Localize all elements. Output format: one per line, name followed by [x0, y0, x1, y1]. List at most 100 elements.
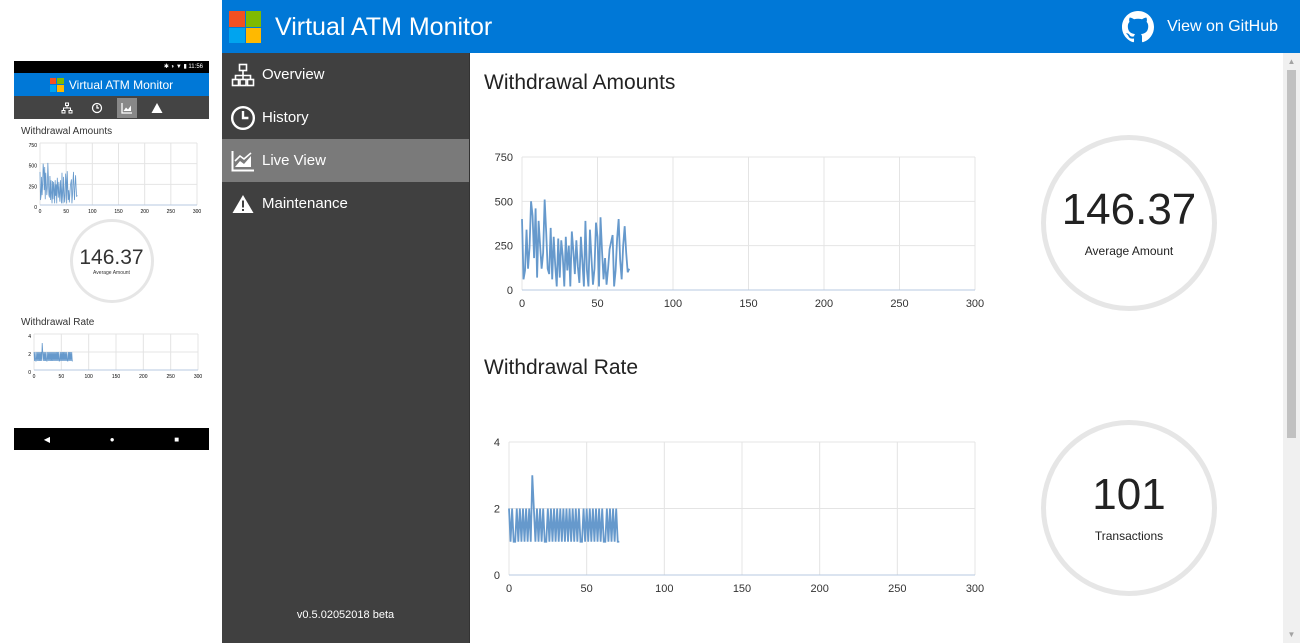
x-tick-label: 50 — [581, 583, 593, 595]
phone-amounts-title: Withdrawal Amounts — [21, 126, 113, 137]
y-tick-label: 2 — [28, 352, 31, 358]
phone-amounts-chart: 0 50 100 150 200 250 300 0 250 500 750 — [29, 142, 202, 215]
x-tick-label: 200 — [810, 583, 828, 595]
phone-header: Virtual ATM Monitor — [14, 73, 209, 96]
y-tick-label: 0 — [28, 370, 31, 376]
nav-history-label: History — [262, 109, 309, 126]
logo-icon — [229, 11, 261, 43]
github-label: View on GitHub — [1167, 18, 1278, 35]
github-link[interactable]: View on GitHub — [1122, 11, 1278, 43]
phone-sitemap-icon[interactable] — [57, 98, 77, 118]
logo-square — [49, 77, 57, 84]
scroll-up-icon[interactable]: ▲ — [1283, 53, 1300, 70]
y-tick-label: 0 — [494, 570, 500, 582]
phone-clock-icon[interactable] — [87, 98, 107, 118]
phone-nav — [14, 96, 209, 119]
x-tick-label: 200 — [815, 298, 833, 310]
github-icon — [1122, 11, 1155, 43]
phone-status-bar: ✱ ◑ ▼ ▮ 11:56 — [14, 61, 209, 73]
x-tick-label: 200 — [140, 209, 149, 215]
nav-overview-label: Overview — [262, 66, 325, 83]
average-amount-label: Average Amount — [1084, 244, 1174, 258]
phone-stat-label: Average Amount — [93, 270, 130, 276]
amounts-title: Withdrawal Amounts — [484, 71, 676, 94]
x-tick-label: 0 — [519, 298, 525, 310]
x-tick-label: 0 — [33, 374, 36, 378]
x-tick-label: 50 — [59, 374, 65, 378]
x-tick-label: 50 — [591, 298, 603, 310]
scroll-down-icon[interactable]: ▼ — [1283, 626, 1300, 643]
x-tick-label: 100 — [655, 583, 673, 595]
series-line — [39, 162, 78, 204]
clock-icon — [230, 105, 256, 131]
average-amount-stat: 146.37 Average Amount — [1041, 135, 1217, 311]
x-tick-label: 100 — [88, 209, 97, 215]
x-tick-label: 250 — [890, 298, 908, 310]
x-tick-label: 150 — [733, 583, 751, 595]
y-tick-label: 4 — [494, 437, 500, 449]
phone-average-stat: 146.37 Average Amount — [69, 219, 154, 303]
logo-square — [57, 77, 64, 84]
rate-chart: 0 50 100 150 200 250 300 0 2 4 — [494, 437, 984, 595]
x-tick-label: 150 — [739, 298, 757, 310]
phone-recents-icon[interactable]: ■ — [174, 435, 179, 444]
logo-square — [49, 85, 57, 92]
phone-stat-value: 146.37 — [79, 246, 144, 269]
amounts-chart: 0 50 100 150 200 250 300 0 250 500 750 — [495, 152, 985, 310]
main-content: Withdrawal Amounts 0 50 100 150 200 250 300 0 25… — [469, 53, 1300, 643]
x-tick-label: 200 — [139, 374, 148, 378]
y-tick-label: 0 — [507, 285, 513, 297]
logo-square — [229, 11, 245, 27]
x-tick-label: 0 — [39, 209, 42, 215]
x-tick-label: 150 — [114, 209, 123, 215]
top-bar: Virtual ATM Monitor View on GitHub — [222, 1, 1300, 53]
x-tick-label: 250 — [166, 374, 175, 378]
nav-live-view[interactable]: Live View — [222, 139, 469, 182]
phone-area-chart-icon[interactable] — [116, 97, 137, 118]
transactions-label: Transactions — [1094, 529, 1164, 543]
average-amount-value: 146.37 — [1061, 185, 1197, 234]
y-tick-label: 500 — [495, 196, 513, 208]
phone-rate-chart: 0 50 100 150 200 250 300 0 2 4 — [28, 333, 203, 378]
nav-overview[interactable]: Overview — [222, 53, 469, 96]
y-tick-label: 250 — [495, 241, 513, 253]
x-tick-label: 300 — [966, 583, 984, 595]
y-tick-label: 750 — [29, 143, 38, 149]
sitemap-icon — [230, 62, 256, 88]
x-tick-label: 300 — [193, 209, 202, 215]
sidebar: Overview History Live View Maintenance v… — [222, 53, 469, 643]
series-line — [33, 342, 73, 362]
app-window: Virtual ATM Monitor View on GitHub Overv… — [222, 0, 1300, 643]
version-label: v0.5.02052018 beta — [296, 609, 395, 621]
logo-square — [245, 27, 261, 43]
x-tick-label: 150 — [112, 374, 121, 378]
x-tick-label: 100 — [84, 374, 93, 378]
y-tick-label: 4 — [28, 334, 31, 340]
area-chart-icon — [230, 148, 256, 174]
nav-maintenance[interactable]: Maintenance — [222, 182, 469, 225]
phone-rate-title: Withdrawal Rate — [21, 317, 95, 328]
phone-back-icon[interactable]: ◀ — [44, 435, 50, 444]
phone-logo-icon — [49, 77, 64, 92]
phone-warning-icon[interactable] — [147, 98, 167, 118]
nav-history[interactable]: History — [222, 96, 469, 139]
transactions-stat: 101 Transactions — [1041, 420, 1217, 596]
x-tick-label: 0 — [506, 583, 512, 595]
x-tick-label: 50 — [63, 209, 69, 215]
scrollbar-thumb[interactable] — [1287, 70, 1296, 438]
nav-maintenance-label: Maintenance — [262, 195, 348, 212]
phone-app-title: Virtual ATM Monitor — [68, 77, 174, 92]
x-tick-label: 250 — [167, 209, 176, 215]
logo-square — [57, 85, 64, 92]
transactions-value: 101 — [1092, 470, 1166, 519]
app-title: Virtual ATM Monitor — [275, 12, 493, 41]
y-tick-label: 500 — [29, 164, 38, 170]
x-tick-label: 300 — [966, 298, 984, 310]
phone-system-navbar: ◀ ● ■ — [14, 428, 209, 450]
vertical-scrollbar[interactable]: ▲ ▼ — [1283, 53, 1300, 643]
x-tick-label: 100 — [664, 298, 682, 310]
y-tick-label: 250 — [29, 184, 38, 190]
phone-home-icon[interactable]: ● — [110, 435, 115, 444]
x-tick-label: 300 — [194, 374, 203, 378]
rate-title: Withdrawal Rate — [484, 356, 639, 379]
